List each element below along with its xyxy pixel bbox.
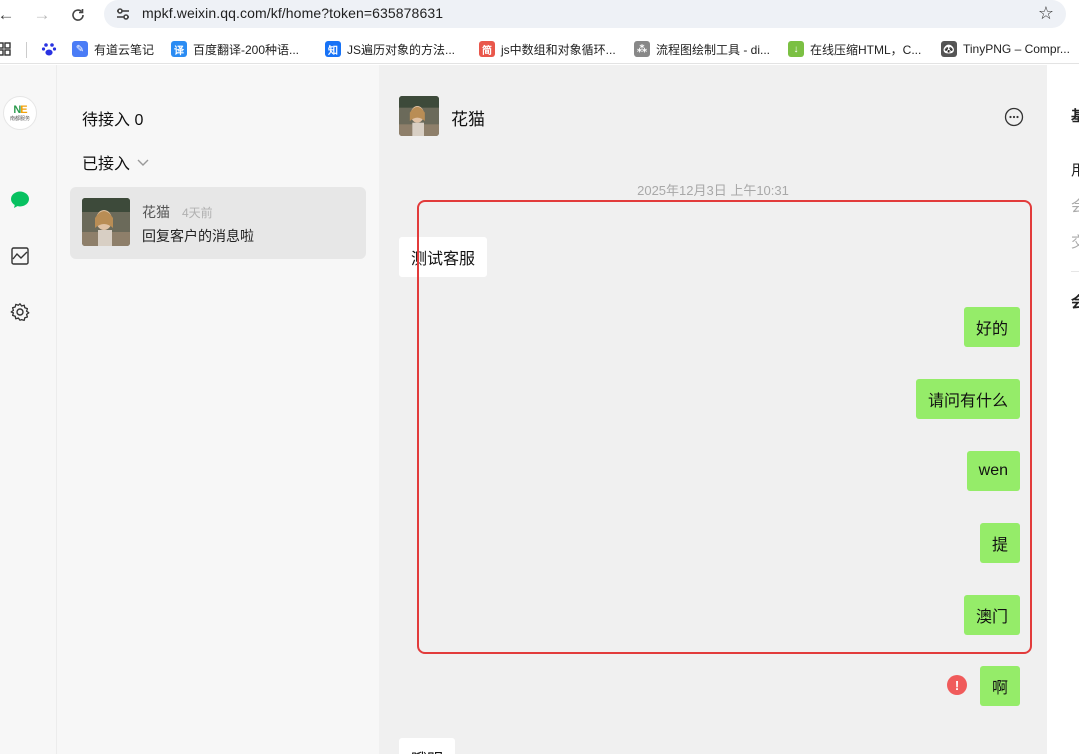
chevron-down-icon: [137, 159, 149, 166]
chart-icon[interactable]: [9, 245, 31, 267]
bookmarks-divider: [26, 42, 27, 58]
left-nav-rail: NE 南都服务: [0, 65, 57, 754]
tinypng-panda-icon: 🐼: [941, 41, 957, 57]
session-preview: 回复客户的消息啦: [142, 228, 254, 244]
send-failed-icon[interactable]: !: [947, 675, 967, 695]
kf-app: NE 南都服务 待接入 0 已接入 花猫 4天前 回复客户的消息啦 花猫 202…: [0, 65, 1079, 754]
pending-queue-label[interactable]: 待接入 0: [82, 106, 143, 130]
info-field-fragment: 交: [1071, 234, 1079, 251]
accepted-sessions-toggle[interactable]: 已接入: [82, 150, 150, 174]
bookmark-item[interactable]: ↓ 在线压缩HTML，C...: [788, 40, 921, 58]
site-settings-icon[interactable]: [114, 5, 132, 23]
chat-panel: 花猫 2025年12月3日 上午10:31 测试客服好的请问有什么 wen 提澳门啊…: [379, 65, 1047, 754]
info-section-fragment: 会: [1071, 294, 1079, 311]
bookmark-label: 百度翻译-200种语...: [193, 42, 300, 57]
forward-arrow-icon[interactable]: →: [30, 3, 54, 27]
bookmark-item[interactable]: ⁂ 流程图绘制工具 - di...: [634, 40, 770, 58]
bookmark-star-icon[interactable]: ☆: [1038, 3, 1054, 24]
bookmark-label: js中数组和对象循环...: [501, 42, 616, 57]
info-heading-fragment: 基: [1071, 108, 1079, 125]
zhihu-icon: 知: [325, 41, 341, 57]
session-list-panel: 待接入 0 已接入 花猫 4天前 回复客户的消息啦: [57, 65, 379, 754]
browser-toolbar: ← → mpkf.weixin.qq.com/kf/home?token=635…: [0, 0, 1079, 34]
outgoing-message-bubble[interactable]: wen: [966, 451, 1020, 491]
bookmark-label: 在线压缩HTML，C...: [810, 42, 922, 57]
outgoing-message-bubble[interactable]: 啊: [979, 666, 1020, 706]
jianshu-icon: 简: [479, 41, 495, 57]
info-field-fragment: 会: [1071, 198, 1079, 215]
app-logo: NE 南都服务: [3, 96, 37, 130]
annotation-highlight-box: [417, 200, 1032, 654]
youdao-note-icon: ✎: [72, 41, 88, 57]
reload-icon[interactable]: [66, 3, 90, 27]
outgoing-message-bubble[interactable]: 澳门: [963, 595, 1020, 635]
customer-avatar: [82, 198, 130, 246]
info-field-fragment: 用: [1071, 162, 1079, 179]
bookmark-item[interactable]: 🐼 TinyPNG – Compr...: [941, 40, 1070, 58]
settings-gear-icon[interactable]: [9, 301, 31, 323]
url-text[interactable]: mpkf.weixin.qq.com/kf/home?token=6358786…: [142, 5, 443, 21]
chat-title: 花猫: [451, 110, 485, 129]
bookmarks-bar: ✎ 有道云笔记 译百度翻译-200种语... 知 JS遍历对象的方法... 简 js中数组和…: [0, 34, 1079, 64]
baidu-translate-icon: 译: [171, 41, 187, 57]
compress-tool-icon: ↓: [788, 41, 804, 57]
session-name: 花猫: [142, 204, 170, 220]
diagram-tool-icon: ⁂: [634, 41, 650, 57]
logo-mark-b: E: [20, 103, 27, 116]
customer-info-panel: 基 用 会 交 会: [1047, 65, 1079, 754]
session-list-item[interactable]: 花猫 4天前 回复客户的消息啦: [70, 187, 366, 259]
bookmark-label: 有道云笔记: [94, 42, 155, 57]
bookmark-label: 流程图绘制工具 - di...: [656, 42, 771, 57]
baidu-paw-icon[interactable]: [41, 40, 57, 58]
bookmark-label: JS遍历对象的方法...: [347, 42, 456, 57]
bookmark-item[interactable]: 知 JS遍历对象的方法...: [325, 40, 455, 58]
session-time: 4天前: [182, 206, 213, 220]
bookmark-item[interactable]: 简 js中数组和对象循环...: [479, 40, 616, 58]
chat-header: 花猫: [379, 65, 1047, 145]
info-divider: [1071, 271, 1079, 272]
bookmark-label: TinyPNG – Compr...: [963, 42, 1070, 56]
address-bar[interactable]: mpkf.weixin.qq.com/kf/home?token=6358786…: [104, 0, 1066, 28]
chat-avatar[interactable]: [399, 96, 439, 136]
chat-bubble-icon[interactable]: [9, 189, 31, 211]
incoming-message-bubble[interactable]: 哦明: [399, 738, 456, 754]
apps-grid-icon[interactable]: [0, 41, 12, 57]
message-timestamp: 2025年12月3日 上午10:31: [637, 183, 789, 198]
back-arrow-icon[interactable]: ←: [0, 3, 18, 27]
logo-text: 南都服务: [9, 115, 30, 122]
incoming-message-bubble[interactable]: 测试客服: [399, 237, 488, 277]
bookmark-item[interactable]: ✎ 有道云笔记: [72, 40, 154, 58]
outgoing-message-bubble[interactable]: 请问有什么: [915, 379, 1020, 419]
more-options-icon[interactable]: [1004, 107, 1024, 127]
outgoing-message-bubble[interactable]: 好的: [963, 307, 1020, 347]
accepted-label: 已接入: [82, 156, 131, 173]
outgoing-message-bubble[interactable]: 提: [979, 523, 1020, 563]
bookmark-item[interactable]: 译百度翻译-200种语...: [171, 40, 299, 58]
